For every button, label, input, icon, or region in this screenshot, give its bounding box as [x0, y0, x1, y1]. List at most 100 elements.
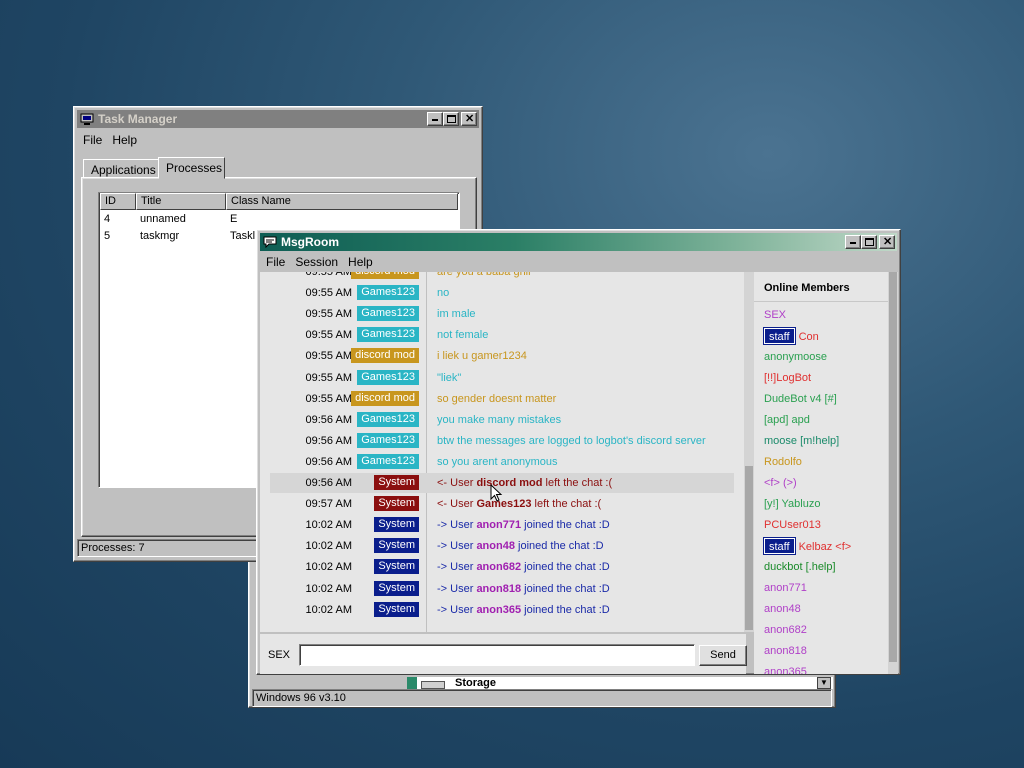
chat-message[interactable]: 09:56 AM Games123 you make many mistakes [260, 410, 736, 430]
member-item[interactable]: [apd] apd [764, 412, 810, 428]
message-nick-badge[interactable]: System [374, 559, 419, 575]
message-nick-badge[interactable]: Games123 [357, 369, 419, 385]
member-name: anonymoose [764, 351, 827, 363]
minimize-button[interactable] [845, 235, 861, 249]
chat-scrollbar[interactable] [744, 272, 754, 632]
process-class[interactable]: E [230, 211, 237, 228]
chat-message[interactable]: 09:55 AMdiscord modare you a baba gnil [260, 272, 736, 282]
members-scrollbar[interactable] [888, 272, 898, 674]
member-item[interactable]: <f> (>) [764, 475, 797, 491]
member-item[interactable]: PCUser013 [764, 517, 821, 533]
message-nick-badge[interactable]: Games123 [357, 411, 419, 427]
message-nick-badge[interactable]: System [374, 601, 419, 617]
message-nick-badge[interactable]: Games123 [357, 327, 419, 343]
menu-help[interactable]: Help [343, 255, 378, 269]
process-title[interactable]: unnamed [140, 211, 186, 228]
send-button[interactable]: Send [699, 645, 747, 666]
task-manager-title: Task Manager [98, 112, 178, 126]
menu-file[interactable]: File [261, 255, 290, 269]
process-id[interactable]: 5 [104, 228, 110, 245]
chat-message[interactable]: 10:02 AM System -> User anon48 joined the … [260, 536, 736, 556]
process-class[interactable]: Taskl [230, 228, 255, 245]
msgroom-titlebar[interactable]: MsgRoom ✕ [260, 233, 897, 251]
member-item[interactable]: Rodolfo [764, 454, 802, 470]
maximize-icon [447, 115, 456, 123]
chat-message[interactable]: 09:55 AM Games123 "liek" [260, 368, 736, 388]
chat-log[interactable]: 09:55 AMdiscord modare you a baba gnil09… [260, 272, 744, 632]
member-item[interactable]: [!!]LogBot [764, 370, 811, 386]
message-nick-badge[interactable]: System [374, 517, 419, 533]
message-nick-badge[interactable]: System [374, 580, 419, 596]
tab-processes[interactable]: Processes [158, 157, 225, 179]
chat-message[interactable]: 09:55 AM Games123 not female [260, 325, 736, 345]
chat-message[interactable]: 10:02 AM System -> User anon818 joined the… [260, 579, 736, 599]
process-title[interactable]: taskmgr [140, 228, 179, 245]
online-members-panel[interactable]: Online Members SEX staff Con anonymoose [!!]… [754, 272, 888, 674]
member-item[interactable]: anon682 [764, 622, 807, 638]
task-manager-titlebar[interactable]: Task Manager ✕ [77, 110, 479, 128]
member-item[interactable]: anon48 [764, 601, 801, 617]
message-input[interactable] [299, 644, 695, 666]
member-item[interactable]: anon818 [764, 643, 807, 659]
minimize-button[interactable] [427, 112, 443, 126]
message-nick-badge[interactable]: discord mod [351, 348, 419, 364]
chat-message[interactable]: 09:56 AM Games123 so you arent anonymous [260, 452, 736, 472]
chat-message[interactable]: 09:55 AM Games123 im male [260, 304, 736, 324]
member-item[interactable]: anonymoose [764, 349, 827, 365]
chat-message[interactable]: 09:55 AM discord mod so gender doesnt matt… [260, 389, 736, 409]
member-item[interactable]: DudeBot v4 [#] [764, 391, 837, 407]
column-id[interactable]: ID [100, 193, 136, 210]
message-text: so gender doesnt matter [437, 392, 557, 405]
member-item[interactable]: anon771 [764, 580, 807, 596]
msgroom-window[interactable]: MsgRoom ✕ File Session Help 09:55 AMdisc… [256, 229, 901, 675]
member-item[interactable]: moose [m!help] [764, 433, 839, 449]
menu-session[interactable]: Session [290, 255, 343, 269]
menu-file[interactable]: File [78, 133, 107, 147]
process-id[interactable]: 4 [104, 211, 110, 228]
message-username[interactable]: discord mod [476, 477, 542, 489]
message-nick-badge[interactable]: Games123 [357, 285, 419, 301]
member-item[interactable]: staff Con [763, 327, 819, 345]
message-nick-badge[interactable]: System [374, 496, 419, 512]
chat-message[interactable]: 10:02 AM System -> User anon771 joined the… [260, 515, 736, 535]
member-item[interactable]: staff Kelbaz <f> [763, 537, 851, 555]
message-nick-badge[interactable]: Games123 [357, 432, 419, 448]
menu-help[interactable]: Help [107, 133, 142, 147]
column-title[interactable]: Title [136, 193, 226, 210]
chat-message[interactable]: 10:02 AM System -> User anon682 joined the… [260, 557, 736, 577]
scroll-down-icon[interactable]: ▼ [817, 677, 831, 689]
chat-message[interactable]: 09:55 AM discord mod i liek u gamer1234 [260, 346, 736, 366]
message-nick-badge[interactable]: discord mod [351, 272, 419, 279]
message-username[interactable]: anon818 [476, 583, 521, 595]
maximize-icon [865, 238, 874, 246]
storage-label[interactable]: Storage [455, 677, 496, 689]
message-nick-badge[interactable]: Games123 [357, 453, 419, 469]
close-button[interactable]: ✕ [879, 235, 895, 249]
task-manager-menubar: File Help [78, 131, 478, 149]
member-item[interactable]: anon365 [764, 664, 807, 674]
message-username[interactable]: anon365 [476, 604, 521, 616]
member-item[interactable]: SEX [764, 307, 786, 323]
message-username[interactable]: anon682 [476, 561, 521, 573]
members-scrollbar-thumb[interactable] [889, 272, 897, 662]
close-button[interactable]: ✕ [461, 112, 477, 126]
mouse-cursor-icon [490, 484, 503, 502]
maximize-button[interactable] [443, 112, 459, 126]
message-nick-badge[interactable]: discord mod [351, 390, 419, 406]
message-nick-badge[interactable]: System [374, 475, 419, 490]
column-class-name[interactable]: Class Name [226, 193, 458, 210]
chat-bubble-icon [263, 236, 277, 249]
message-username[interactable]: anon48 [476, 540, 515, 552]
message-nick-badge[interactable]: System [374, 538, 419, 554]
maximize-button[interactable] [861, 235, 877, 249]
message-nick-badge[interactable]: Games123 [357, 306, 419, 322]
message-username[interactable]: anon771 [476, 519, 521, 531]
chat-message[interactable]: 10:02 AM System -> User anon365 joined the… [260, 600, 736, 620]
chat-scrollbar-thumb[interactable] [745, 466, 753, 630]
member-item[interactable]: [y!] Yabluzo [764, 496, 820, 512]
close-icon: ✕ [883, 236, 893, 248]
chat-message[interactable]: 09:56 AM Games123 btw the messages are log… [260, 431, 736, 451]
member-item[interactable]: duckbot [.help] [764, 559, 836, 575]
tab-applications[interactable]: Applications [83, 159, 159, 179]
chat-message[interactable]: 09:55 AM Games123 no [260, 283, 736, 303]
